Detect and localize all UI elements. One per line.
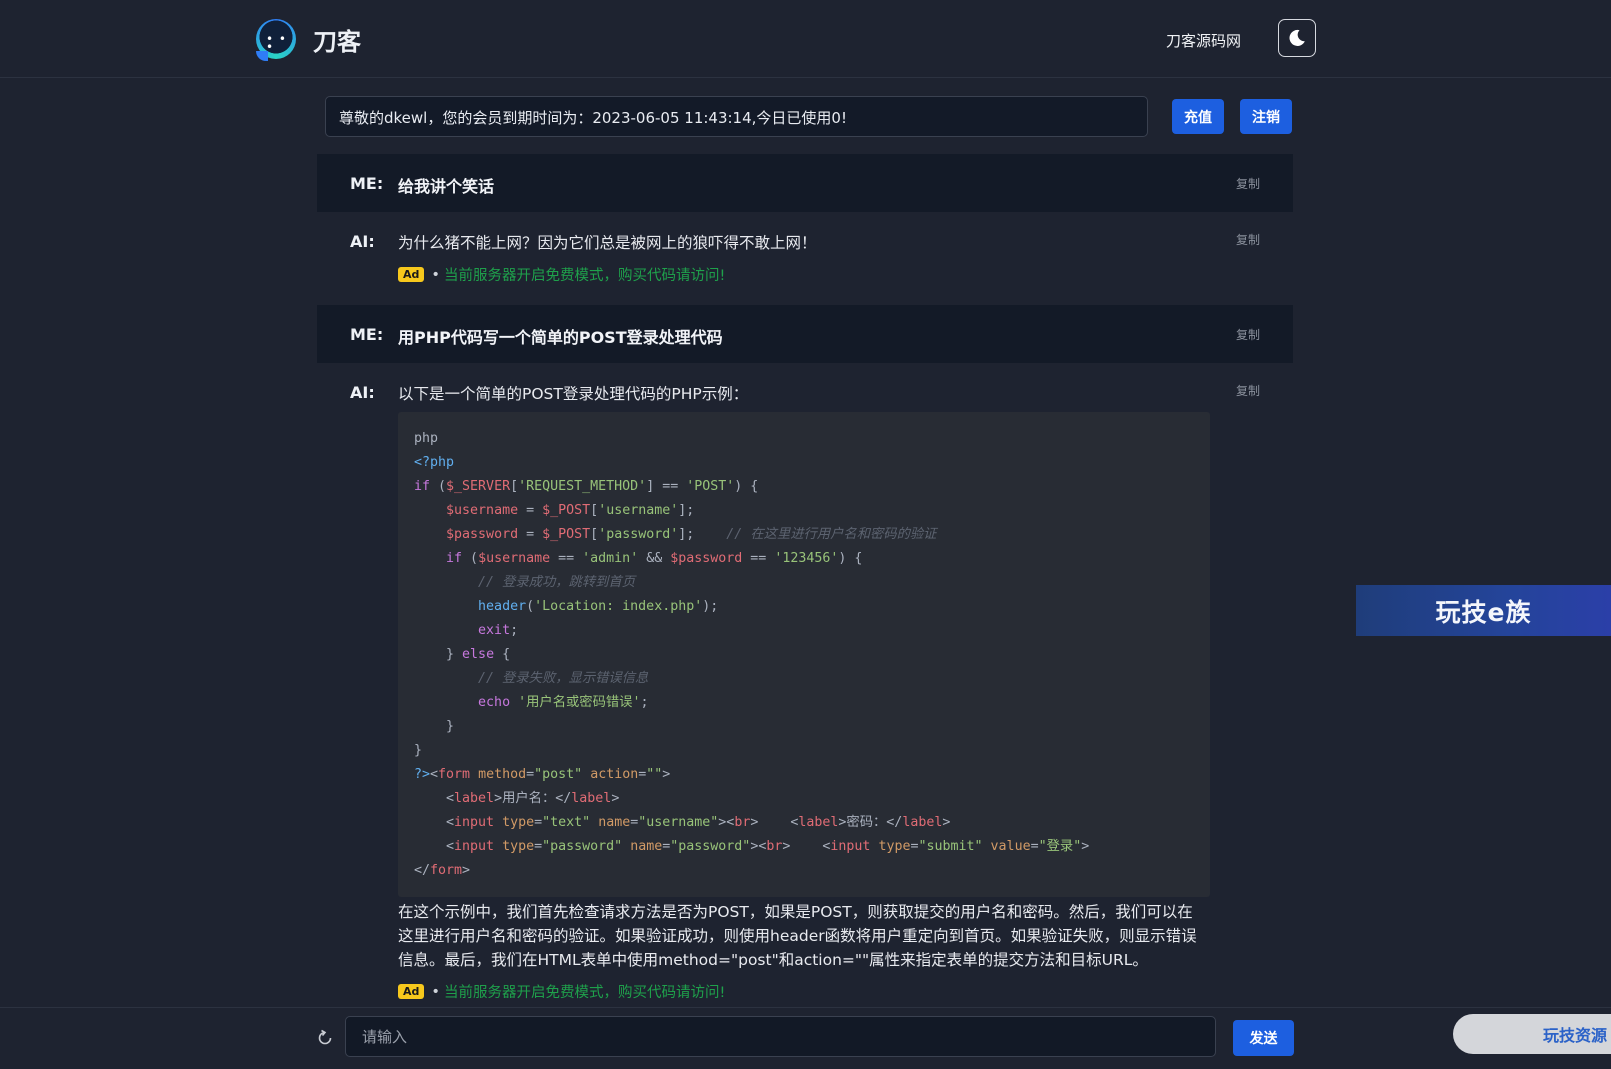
copy-button[interactable]: 复制 xyxy=(1236,326,1260,343)
app-title: 刀客 xyxy=(313,28,361,56)
watermark-pill: 玩技资源 xyxy=(1453,1014,1611,1054)
message-intro: 以下是一个简单的POST登录处理代码的PHP示例： xyxy=(398,385,749,403)
moon-icon xyxy=(1289,29,1305,46)
role-label: AI: xyxy=(350,383,375,402)
top-bar: • • • 刀客 刀客源码网 xyxy=(0,0,1611,78)
role-label: ME: xyxy=(350,174,384,193)
site-link[interactable]: 刀客源码网 xyxy=(1166,30,1241,51)
code-line: // 登录成功，跳转到首页 xyxy=(414,575,636,590)
code-line: echo '用户名或密码错误'; xyxy=(478,695,649,710)
code-line: </form> xyxy=(414,863,471,878)
copy-button[interactable]: 复制 xyxy=(1236,175,1260,192)
watermark-pill-text: 玩技资源 xyxy=(1542,1026,1607,1045)
ad-badge: Ad xyxy=(398,267,425,282)
membership-notice: 尊敬的dkewl，您的会员到期时间为：2023-06-05 11:43:14,今… xyxy=(325,96,1148,137)
copy-button[interactable]: 复制 xyxy=(1236,382,1260,399)
refresh-icon[interactable] xyxy=(316,1029,334,1047)
theme-toggle-button[interactable] xyxy=(1278,19,1316,57)
ad-text: 当前服务器开启免费模式，购买代码请访问! xyxy=(443,268,726,284)
chat-logo-icon: • • • xyxy=(256,19,296,61)
ad-bullet: • xyxy=(431,983,440,1000)
message-text: 为什么猪不能上网？因为它们总是被网上的狼吓得不敢上网！ xyxy=(398,234,817,252)
recharge-button[interactable]: 充值 xyxy=(1172,99,1224,134)
code-line: // 登录失败，显示错误信息 xyxy=(414,671,649,686)
role-label: AI: xyxy=(350,232,375,251)
code-line: <input type="password" name="password"><… xyxy=(414,839,1090,854)
code-line: <label>用户名：</label> xyxy=(414,791,620,806)
ad-text: 当前服务器开启免费模式，购买代码请访问! xyxy=(443,985,726,1001)
code-language: php xyxy=(414,431,439,446)
message-input[interactable] xyxy=(345,1016,1216,1057)
code-line: } else { xyxy=(414,647,511,662)
ai-message: AI: 复制 以下是一个简单的POST登录处理代码的PHP示例： php <?p… xyxy=(317,363,1293,1002)
ai-message: AI: 复制 为什么猪不能上网？因为它们总是被网上的狼吓得不敢上网！ Ad • … xyxy=(317,212,1293,305)
role-label: ME: xyxy=(350,325,384,344)
copy-button[interactable]: 复制 xyxy=(1236,231,1260,248)
code-line: exit; xyxy=(478,623,519,638)
send-button[interactable]: 发送 xyxy=(1233,1020,1294,1056)
code-line: $password = $_POST['password']; // 在这里进行… xyxy=(446,527,937,542)
ad-bullet: • xyxy=(431,266,440,283)
user-message: ME: 给我讲个笑话 复制 xyxy=(317,154,1293,212)
ad-link[interactable]: Ad • 当前服务器开启免费模式，购买代码请访问! xyxy=(398,981,1293,1002)
message-text: 给我讲个笑话 xyxy=(398,177,495,196)
logout-button[interactable]: 注销 xyxy=(1240,99,1292,134)
message-outro: 在这个示例中，我们首先检查请求方法是否为POST，如果是POST，则获取提交的用… xyxy=(398,903,1197,969)
code-line: <?php xyxy=(414,455,455,470)
code-line: $username = $_POST['username']; xyxy=(446,503,695,518)
chat-history[interactable]: ME: 给我讲个笑话 复制 AI: 复制 为什么猪不能上网？因为它们总是被网上的… xyxy=(317,154,1293,1002)
code-line: } xyxy=(414,743,423,758)
message-text: 用PHP代码写一个简单的POST登录处理代码 xyxy=(398,328,723,347)
code-line: if ($_SERVER['REQUEST_METHOD'] == 'POST'… xyxy=(414,479,759,494)
watermark-banner-text: 玩技e族 xyxy=(1435,597,1532,627)
code-line: if ($username == 'admin' && $password ==… xyxy=(446,551,863,566)
ad-badge: Ad xyxy=(398,984,425,999)
user-message: ME: 用PHP代码写一个简单的POST登录处理代码 复制 xyxy=(317,305,1293,363)
code-line: header('Location: index.php'); xyxy=(478,599,719,614)
code-line: ?><form method="post" action=""> xyxy=(414,767,671,782)
code-block[interactable]: php <?php if ($_SERVER['REQUEST_METHOD']… xyxy=(398,412,1210,897)
watermark-banner: 玩技e族 xyxy=(1356,585,1611,636)
code-line: } xyxy=(414,719,455,734)
ad-link[interactable]: Ad • 当前服务器开启免费模式，购买代码请访问! xyxy=(398,264,1293,285)
code-line: <input type="text" name="username"><br> … xyxy=(414,815,951,830)
